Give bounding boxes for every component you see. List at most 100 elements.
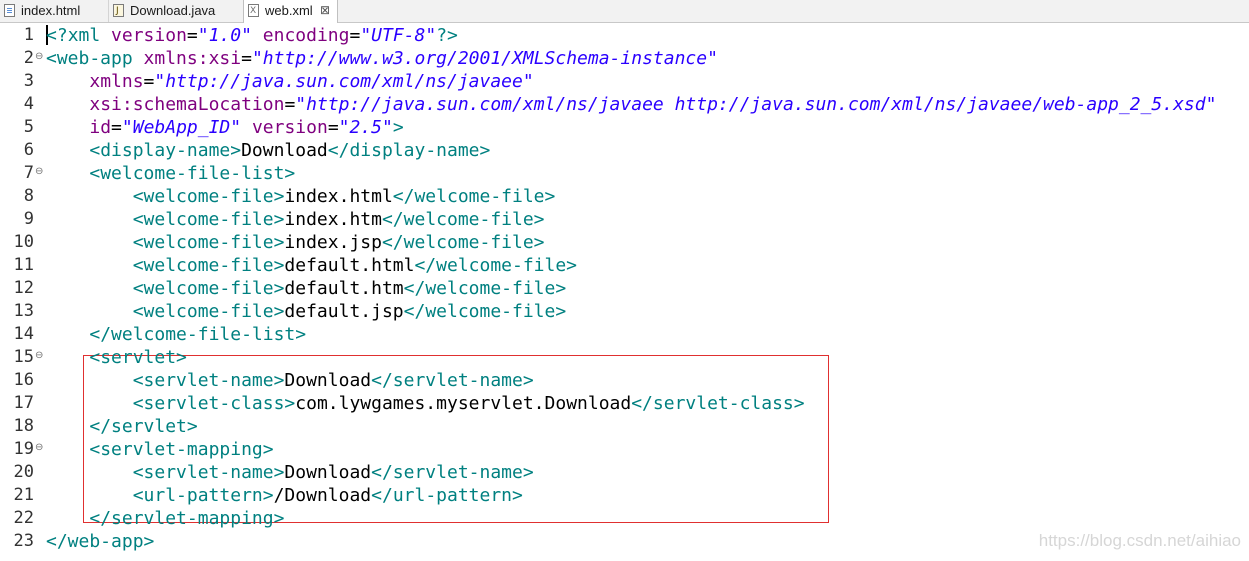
- code-line[interactable]: 18 </servlet>: [0, 415, 1249, 438]
- xml-text-token: =: [327, 117, 339, 138]
- tab-index-html[interactable]: index.html: [0, 0, 105, 22]
- xml-text-token: [46, 347, 89, 368]
- code-text: <welcome-file>index.jsp</welcome-file>: [46, 231, 545, 254]
- xml-tag-token: >: [392, 117, 404, 138]
- code-line[interactable]: 19 ⊖ <servlet-mapping>: [0, 438, 1249, 461]
- code-text: <welcome-file>index.htm</welcome-file>: [46, 208, 545, 231]
- fold-toggle-icon[interactable]: ⊖: [35, 160, 43, 183]
- code-text: <servlet-class>com.lywgames.myservlet.Do…: [46, 392, 805, 415]
- xml-text-token: [46, 485, 133, 506]
- code-line[interactable]: 20 <servlet-name>Download</servlet-name>: [0, 461, 1249, 484]
- line-number: 5: [23, 117, 34, 137]
- xml-text-token: index.htm: [284, 209, 382, 230]
- xml-text-token: com.lywgames.myservlet.Download: [295, 393, 632, 414]
- code-line[interactable]: 1 <?xml version="1.0" encoding="UTF-8"?>: [0, 24, 1249, 47]
- xml-text-token: [46, 324, 89, 345]
- xml-text-token: [46, 140, 89, 161]
- tab-web-xml[interactable]: web.xml ⊠: [243, 0, 338, 23]
- fold-toggle-icon[interactable]: ⊖: [35, 436, 43, 459]
- code-line[interactable]: 5 id="WebApp_ID" version="2.5">: [0, 116, 1249, 139]
- code-text: <welcome-file-list>: [46, 162, 295, 185]
- xml-tag-token: </welcome-file>: [403, 301, 567, 322]
- xml-text-token: index.jsp: [284, 232, 382, 253]
- xml-text-token: [252, 25, 263, 46]
- code-text: <servlet-mapping>: [46, 438, 273, 461]
- tab-download-java[interactable]: Download.java: [108, 0, 242, 22]
- xml-tag-token: </display-name>: [327, 140, 491, 161]
- xml-text-token: Download: [284, 370, 372, 391]
- code-line[interactable]: 2 ⊖ <web-app xmlns:xsi="http://www.w3.org/…: [0, 47, 1249, 70]
- line-number: 23: [13, 531, 34, 551]
- code-editor[interactable]: https://blog.csdn.net/aihiao 1 <?xml vers…: [0, 23, 1249, 561]
- xml-text-token: =: [186, 25, 198, 46]
- fold-toggle-icon[interactable]: ⊖: [35, 344, 43, 367]
- xml-value-token: "2.5": [338, 117, 393, 138]
- close-icon[interactable]: ⊠: [320, 0, 330, 21]
- code-line[interactable]: 10 <welcome-file>index.jsp</welcome-file…: [0, 231, 1249, 254]
- xml-attribute-token: version: [251, 117, 328, 138]
- code-line[interactable]: 7 ⊖ <welcome-file-list>: [0, 162, 1249, 185]
- code-line[interactable]: 8 <welcome-file>index.html</welcome-file…: [0, 185, 1249, 208]
- xml-text-token: default.jsp: [284, 301, 404, 322]
- xml-value-token: "WebApp_ID": [121, 117, 242, 138]
- code-line[interactable]: 22 </servlet-mapping>: [0, 507, 1249, 530]
- line-number: 3: [23, 71, 34, 91]
- xml-text-token: /Download: [273, 485, 372, 506]
- xml-value-token: "UTF-8": [360, 25, 437, 46]
- xml-attribute-token: xmlns:xsi: [143, 48, 242, 69]
- xml-tag-token: <welcome-file>: [132, 186, 285, 207]
- xml-tag-token: <welcome-file>: [132, 209, 285, 230]
- xml-declaration-token: <?: [46, 25, 68, 46]
- code-line[interactable]: 11 <welcome-file>default.html</welcome-f…: [0, 254, 1249, 277]
- xml-tag-token: </servlet-name>: [371, 462, 534, 483]
- xml-tag-token: <servlet-class>: [132, 393, 296, 414]
- code-line[interactable]: 4 xsi:schemaLocation="http://java.sun.co…: [0, 93, 1249, 116]
- xml-text-token: =: [349, 25, 361, 46]
- line-number: 22: [13, 508, 34, 528]
- xml-text-token: [46, 439, 89, 460]
- code-line[interactable]: 23 </web-app>: [0, 530, 1249, 553]
- xml-text-token: [133, 48, 144, 69]
- line-number: 8: [23, 186, 34, 206]
- xml-tag-token: <welcome-file>: [132, 278, 285, 299]
- code-line[interactable]: 9 <welcome-file>index.htm</welcome-file>: [0, 208, 1249, 231]
- xml-attribute-token: xmlns: [89, 71, 144, 92]
- tab-label: web.xml: [265, 3, 313, 18]
- code-text: <?xml version="1.0" encoding="UTF-8"?>: [46, 24, 458, 47]
- code-line[interactable]: 15 ⊖ <servlet>: [0, 346, 1249, 369]
- code-line[interactable]: 3 xmlns="http://java.sun.com/xml/ns/java…: [0, 70, 1249, 93]
- line-number: 21: [13, 485, 34, 505]
- line-number: 19: [13, 439, 34, 459]
- code-line[interactable]: 14 </welcome-file-list>: [0, 323, 1249, 346]
- code-line[interactable]: 21 <url-pattern>/Download</url-pattern>: [0, 484, 1249, 507]
- xml-value-token: "http://www.w3.org/2001/XMLSchema-instan…: [251, 48, 718, 69]
- code-text: <servlet-name>Download</servlet-name>: [46, 369, 534, 392]
- xml-text-token: =: [284, 94, 296, 115]
- xml-text-token: Download: [284, 462, 372, 483]
- code-text: xsi:schemaLocation="http://java.sun.com/…: [46, 93, 1216, 116]
- code-line[interactable]: 12 <welcome-file>default.htm</welcome-fi…: [0, 277, 1249, 300]
- xml-attribute-token: id: [89, 117, 112, 138]
- code-line[interactable]: 6 <display-name>Download</display-name>: [0, 139, 1249, 162]
- xml-text-token: [46, 393, 133, 414]
- xml-tag-token: <url-pattern>: [132, 485, 274, 506]
- xml-text-token: Download: [241, 140, 328, 161]
- xml-text-token: [46, 301, 133, 322]
- line-number: 7: [23, 163, 34, 183]
- line-number: 2: [23, 48, 34, 68]
- xml-tag-token: </servlet>: [89, 416, 198, 437]
- code-line[interactable]: 17 <servlet-class>com.lywgames.myservlet…: [0, 392, 1249, 415]
- code-line[interactable]: 13 <welcome-file>default.jsp</welcome-fi…: [0, 300, 1249, 323]
- xml-text-token: [46, 462, 133, 483]
- xml-tag-token: </welcome-file>: [414, 255, 578, 276]
- code-line[interactable]: 16 <servlet-name>Download</servlet-name>: [0, 369, 1249, 392]
- xml-tag-token: <servlet>: [89, 347, 187, 368]
- code-text: </web-app>: [46, 530, 154, 553]
- code-text: <welcome-file>default.htm</welcome-file>: [46, 277, 567, 300]
- xml-tag-token: <servlet-name>: [132, 462, 285, 483]
- fold-toggle-icon[interactable]: ⊖: [35, 45, 43, 68]
- line-number: 14: [13, 324, 34, 344]
- xml-attribute-token: encoding: [262, 25, 350, 46]
- xml-text-token: =: [111, 117, 122, 138]
- line-number: 11: [13, 255, 34, 275]
